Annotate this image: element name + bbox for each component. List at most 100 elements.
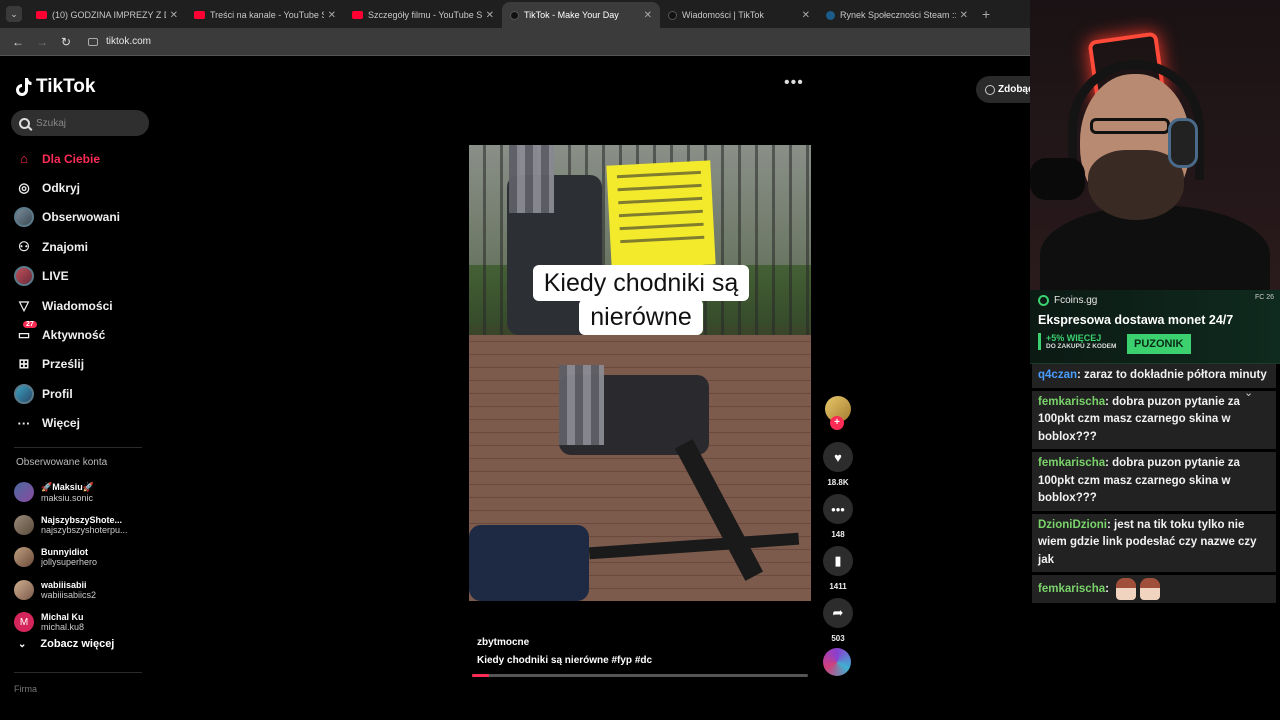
search-input[interactable] bbox=[36, 117, 136, 129]
more-options-icon[interactable]: ••• bbox=[784, 74, 804, 92]
avatar[interactable] bbox=[14, 547, 34, 568]
see-more-button[interactable]: ⌄ Zobacz więcej bbox=[18, 638, 114, 650]
close-tab-icon[interactable]: ✕ bbox=[170, 10, 178, 21]
nav-item-aktywność[interactable]: ▭ 27 Aktywność bbox=[14, 320, 154, 349]
avatar-icon bbox=[14, 207, 34, 228]
friends-icon: ⚇ bbox=[18, 238, 30, 254]
chat-text: zaraz to dokładnie półtora minuty bbox=[1084, 369, 1267, 381]
search-box[interactable] bbox=[11, 110, 149, 136]
video-legs bbox=[469, 525, 589, 601]
browser-tab[interactable]: (10) GODZINA IMPREZY Z DAWI ✕ bbox=[28, 2, 186, 28]
account-handle: jollysuperhero bbox=[41, 557, 98, 568]
tiktok-logo-text: TikTok bbox=[36, 76, 96, 97]
tiktok-favicon-icon bbox=[510, 10, 519, 20]
chevron-down-icon: ⌄ bbox=[18, 638, 27, 650]
browser-tab[interactable]: Treści na kanale - YouTube Studio ✕ bbox=[186, 2, 344, 28]
nav-label: Odkryj bbox=[42, 181, 81, 196]
address-bar: ← → ↻ tiktok.com bbox=[0, 28, 1030, 56]
like-action[interactable]: ♥ 18.8K bbox=[820, 442, 856, 492]
nav-label: Prześlij bbox=[42, 357, 85, 372]
close-tab-icon[interactable]: ✕ bbox=[644, 10, 652, 21]
followed-account[interactable]: 🚀Maksiu🚀 maksiu.sonic bbox=[14, 476, 144, 509]
chat-separator: : bbox=[1105, 583, 1113, 596]
share-count: 503 bbox=[831, 634, 845, 643]
nav-item-profil[interactable]: Profil bbox=[14, 379, 154, 408]
sponsor-logo: Fcoins.gg bbox=[1038, 295, 1097, 306]
screen: ⌄ (10) GODZINA IMPREZY Z DAWI✕Treści na … bbox=[0, 0, 1280, 720]
heart-icon[interactable]: ♥ bbox=[823, 442, 853, 472]
follow-plus-icon[interactable]: + bbox=[830, 416, 844, 430]
site-info-icon[interactable] bbox=[88, 37, 98, 46]
share-icon[interactable]: ➦ bbox=[823, 598, 853, 628]
close-tab-icon[interactable]: ✕ bbox=[328, 10, 336, 21]
video-username[interactable]: zbytmocne bbox=[477, 637, 529, 648]
tiktok-logo[interactable]: TikTok bbox=[16, 76, 95, 98]
headset-earcup bbox=[1168, 118, 1198, 168]
chat-username: femkarischa bbox=[1038, 395, 1106, 408]
nav-item-odkryj[interactable]: ◎ Odkryj bbox=[14, 173, 154, 202]
chat-message: femkarischa: dobra puzon pytanie za 100p… bbox=[1032, 390, 1276, 449]
chat-message: femkarischa: dobra puzon pytanie za 100p… bbox=[1032, 452, 1276, 511]
account-names: Bunnyidiot jollysuperhero bbox=[41, 547, 141, 567]
steam-favicon-icon bbox=[826, 10, 835, 20]
nav-item-prześlij[interactable]: ⊞ Prześlij bbox=[14, 350, 154, 379]
url-field[interactable]: tiktok.com bbox=[88, 36, 151, 47]
avatar[interactable] bbox=[14, 482, 34, 503]
browser-tab[interactable]: TikTok - Make Your Day ✕ bbox=[502, 2, 660, 28]
close-tab-icon[interactable]: ✕ bbox=[486, 10, 494, 21]
tab-search-icon[interactable]: ⌄ bbox=[6, 6, 22, 22]
chat-username: femkarischa bbox=[1038, 457, 1106, 469]
nav-item-obserwowani[interactable]: Obserwowani bbox=[14, 203, 154, 232]
nav-item-live[interactable]: LIVE bbox=[14, 262, 154, 291]
browser-tab[interactable]: Wiadomości | TikTok ✕ bbox=[660, 2, 818, 28]
streamer-body bbox=[1040, 205, 1270, 290]
nav-item-wiadomości[interactable]: ▽ Wiadomości bbox=[14, 291, 154, 320]
notification-badge: 27 bbox=[23, 321, 37, 329]
followed-account[interactable]: Bunnyidiot jollysuperhero bbox=[14, 541, 144, 574]
nav-item-dla-ciebie[interactable]: ⌂ Dla Ciebie bbox=[14, 144, 154, 173]
browser-tabbar: ⌄ (10) GODZINA IMPREZY Z DAWI✕Treści na … bbox=[0, 0, 1030, 28]
avatar[interactable] bbox=[14, 579, 34, 600]
sponsor-promo: +5% WIĘCEJ DO ZAKUPU Z KODEM bbox=[1038, 333, 1116, 350]
chat-scroll-chevron-icon[interactable]: ⌄ bbox=[1244, 386, 1253, 399]
url-text[interactable]: tiktok.com bbox=[106, 36, 151, 47]
close-tab-icon[interactable]: ✕ bbox=[960, 10, 968, 21]
creator-avatar[interactable]: + bbox=[825, 396, 851, 430]
video-player[interactable]: Kiedy chodniki są nierówne bbox=[469, 145, 811, 601]
chat-emote-icon bbox=[1116, 578, 1137, 600]
like-count: 18.8K bbox=[827, 478, 849, 487]
send-icon: ▽ bbox=[19, 297, 29, 313]
bookmark-icon[interactable]: ▮ bbox=[823, 546, 853, 576]
promo-line-2: DO ZAKUPU Z KODEM bbox=[1046, 343, 1117, 350]
avatar[interactable] bbox=[14, 514, 34, 535]
footer-link[interactable]: Firma bbox=[14, 684, 37, 694]
reload-icon[interactable]: ↻ bbox=[56, 35, 76, 49]
browser-tab[interactable]: Szczegóły filmu - YouTube Studio ✕ bbox=[344, 2, 502, 28]
nav-label: Znajomi bbox=[42, 239, 89, 254]
nav-label: Profil bbox=[42, 386, 73, 401]
close-tab-icon[interactable]: ✕ bbox=[802, 10, 810, 21]
share-action[interactable]: ➦ 503 bbox=[820, 598, 856, 648]
back-icon[interactable]: ← bbox=[8, 35, 28, 49]
comment-action[interactable]: ••• 148 bbox=[820, 494, 856, 544]
save-action[interactable]: ▮ 1411 bbox=[820, 546, 856, 596]
chat-username: femkarischa bbox=[1038, 583, 1106, 596]
forward-icon[interactable]: → bbox=[32, 35, 52, 49]
nav-item-znajomi[interactable]: ⚇ Znajomi bbox=[14, 232, 154, 261]
new-tab-icon[interactable]: + bbox=[982, 6, 990, 22]
music-disc-icon[interactable] bbox=[823, 648, 851, 676]
account-name: wabiiisabii bbox=[41, 579, 87, 590]
nav-label: Wiadomości bbox=[42, 298, 113, 313]
sponsor-brand: Fcoins.gg bbox=[1054, 295, 1098, 306]
video-progress-bar[interactable] bbox=[472, 674, 808, 677]
nav-item-więcej[interactable]: ··· Więcej bbox=[14, 409, 154, 438]
followed-account[interactable]: NajszybszyShote... najszybszyshoterpu... bbox=[14, 509, 144, 542]
avatar[interactable]: M bbox=[14, 612, 34, 633]
followed-account[interactable]: M Michal Ku michal.ku8 bbox=[14, 606, 144, 639]
tab-title: Rynek Społeczności Steam :: Of bbox=[840, 10, 956, 20]
youtube-favicon-icon bbox=[352, 11, 363, 19]
profile-icon bbox=[14, 383, 34, 404]
comment-icon[interactable]: ••• bbox=[823, 494, 853, 524]
browser-tab[interactable]: Rynek Społeczności Steam :: Of ✕ bbox=[818, 2, 976, 28]
followed-account[interactable]: wabiiisabii wabiiisabiics2 bbox=[14, 574, 144, 607]
